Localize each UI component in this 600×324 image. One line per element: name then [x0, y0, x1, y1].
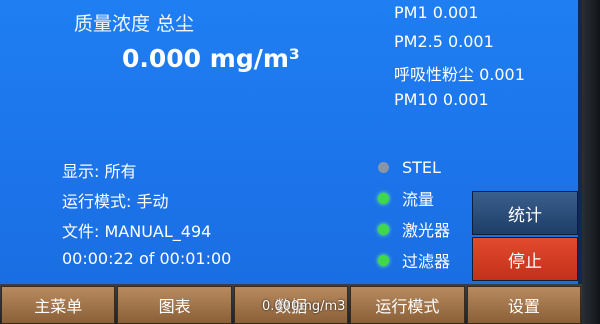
main-concentration-value: 0.000 mg/m³	[122, 44, 300, 73]
indicator-label: 激光器	[402, 221, 451, 240]
elapsed-time: 00:00:22 of 00:01:00	[62, 249, 232, 268]
status-dot-icon	[378, 161, 389, 173]
run-mode-setting: 运行模式: 手动	[62, 192, 169, 211]
measurement-title: 质量浓度 总尘	[74, 13, 195, 35]
status-dot-icon	[378, 223, 389, 235]
status-dot-icon	[378, 254, 389, 266]
respirable-dust-reading: 呼吸性粉尘 0.001	[394, 65, 525, 84]
main-menu-button[interactable]: 主菜单	[1, 286, 116, 324]
statistics-button[interactable]: 统计	[472, 191, 578, 235]
display-setting: 显示: 所有	[62, 162, 137, 181]
indicator-label: 流量	[402, 190, 435, 209]
indicator-stel: STEL	[378, 156, 441, 178]
indicator-filter: 过滤器	[378, 249, 450, 271]
indicator-flow: 流量	[378, 187, 434, 209]
status-dot-icon	[378, 192, 389, 204]
device-screen: 质量浓度 总尘 0.000 mg/m³ PM1 0.001 PM2.5 0.00…	[0, 0, 582, 284]
indicator-label: STEL	[402, 157, 441, 177]
device-bezel	[582, 0, 600, 324]
pm2-5-reading: PM2.5 0.001	[394, 32, 494, 51]
stop-button[interactable]: 停止	[472, 237, 578, 281]
chart-button[interactable]: 图表	[117, 286, 232, 324]
pm1-reading: PM1 0.001	[394, 3, 479, 22]
file-name: 文件: MANUAL_494	[62, 222, 212, 241]
indicator-laser: 激光器	[378, 218, 450, 240]
settings-button[interactable]: 设置	[466, 286, 582, 324]
run-mode-button[interactable]: 运行模式	[350, 286, 465, 324]
video-caption-overlay: 0.000mg/m3	[262, 299, 346, 314]
indicator-label: 过滤器	[402, 252, 451, 271]
pm10-reading: PM10 0.001	[394, 90, 489, 109]
